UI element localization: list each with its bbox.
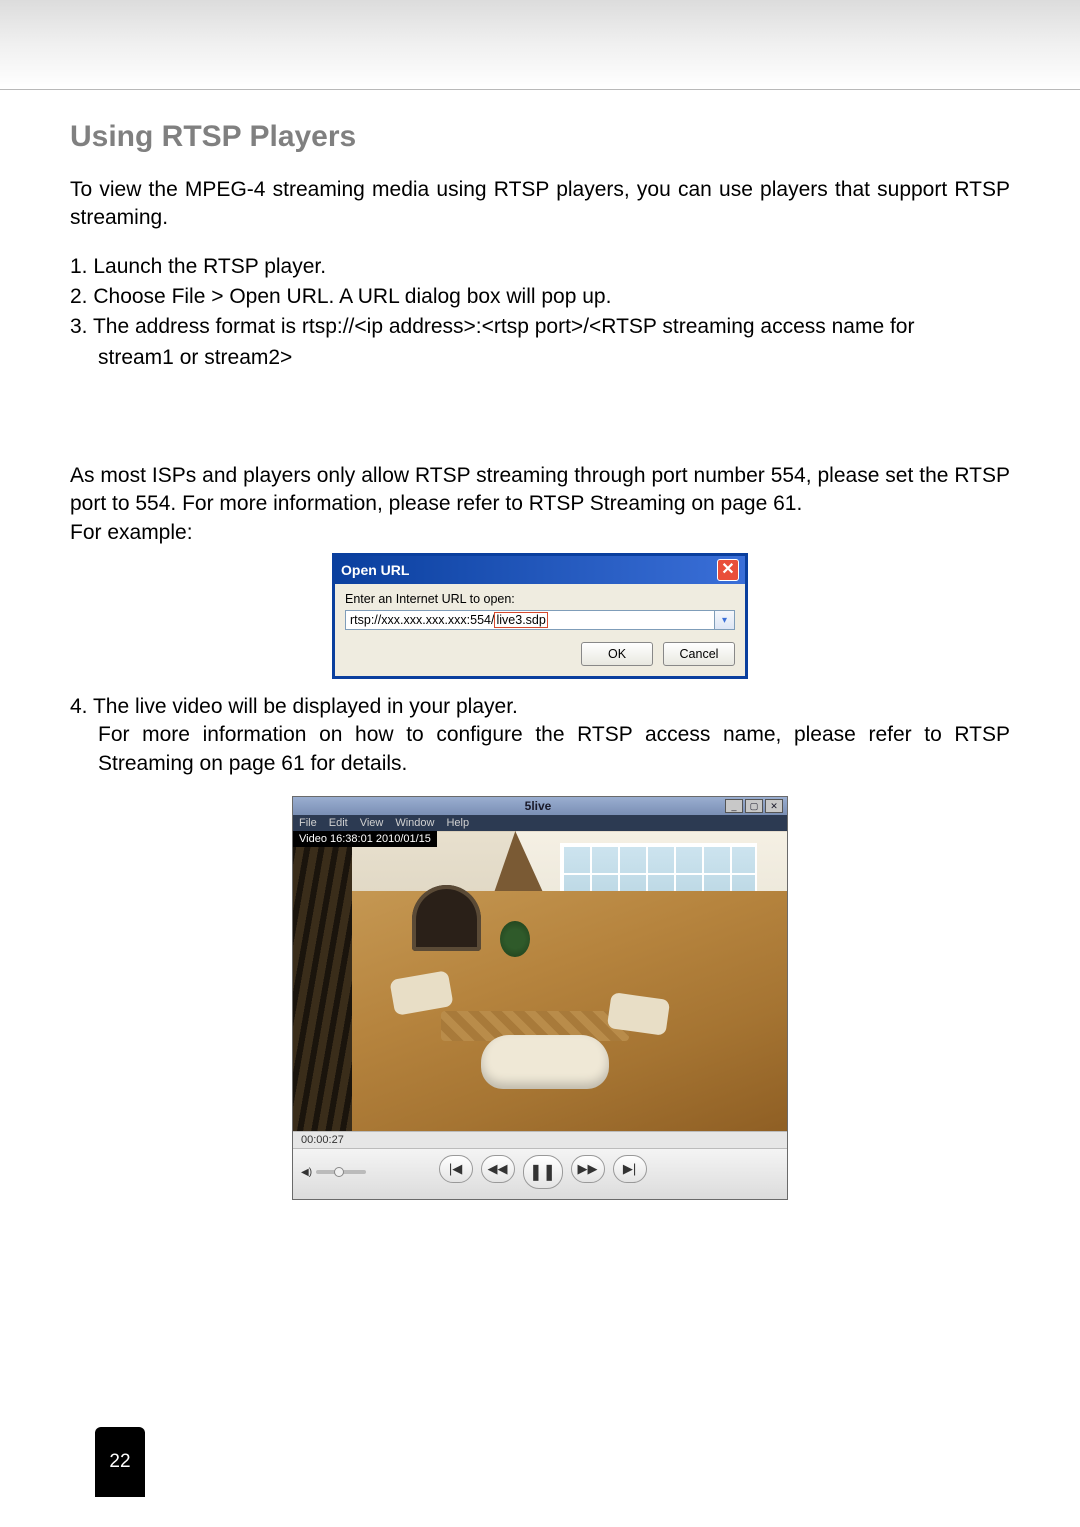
pause-button[interactable]: ❚❚ <box>523 1155 563 1189</box>
player-figure: 5live _ ▢ ✕ File Edit View Window Help <box>70 796 1010 1200</box>
playback-time: 00:00:27 <box>293 1131 787 1148</box>
menu-window[interactable]: Window <box>395 817 434 829</box>
step-3-line1: 3. The address format is rtsp://<ip addr… <box>70 313 1010 341</box>
dialog-body: Enter an Internet URL to open: rtsp://xx… <box>335 584 745 676</box>
page-number: 22 <box>95 1427 145 1497</box>
room-fireplace <box>412 885 481 951</box>
close-icon[interactable]: ✕ <box>717 559 739 581</box>
menu-view[interactable]: View <box>360 817 384 829</box>
player-menubar: File Edit View Window Help <box>293 815 787 831</box>
menu-file[interactable]: File <box>299 817 317 829</box>
chevron-down-icon[interactable]: ▾ <box>715 610 735 630</box>
for-example-label: For example: <box>70 519 1010 547</box>
step-4-line1: 4. The live video will be displayed in y… <box>70 693 1010 721</box>
close-icon[interactable]: ✕ <box>765 799 783 813</box>
step-3-line2: stream1 or stream2> <box>70 344 1010 372</box>
url-input[interactable]: rtsp://xxx.xxx.xxx.xxx:554/live3.sdp <box>345 610 715 630</box>
room-plant <box>500 921 530 957</box>
header-bar <box>0 0 1080 90</box>
menu-edit[interactable]: Edit <box>329 817 348 829</box>
forward-button[interactable]: ▶▶ <box>571 1155 605 1183</box>
prev-button[interactable]: |◀ <box>439 1155 473 1183</box>
maximize-icon[interactable]: ▢ <box>745 799 763 813</box>
menu-help[interactable]: Help <box>446 817 469 829</box>
player-controls: ◀) |◀ ◀◀ ❚❚ ▶▶ ▶| <box>293 1148 787 1199</box>
isp-note: As most ISPs and players only allow RTSP… <box>70 462 1010 519</box>
dialog-buttons: OK Cancel <box>345 642 735 666</box>
volume-control[interactable]: ◀) <box>301 1167 366 1178</box>
step-4: 4. The live video will be displayed in y… <box>70 693 1010 778</box>
rewind-button[interactable]: ◀◀ <box>481 1155 515 1183</box>
room-railing <box>293 831 352 1131</box>
open-url-dialog-figure: Open URL ✕ Enter an Internet URL to open… <box>70 553 1010 679</box>
page-content: Using RTSP Players To view the MPEG-4 st… <box>0 90 1080 1200</box>
player-titlebar: 5live _ ▢ ✕ <box>293 797 787 815</box>
open-url-dialog: Open URL ✕ Enter an Internet URL to open… <box>332 553 748 679</box>
media-player-window: 5live _ ▢ ✕ File Edit View Window Help <box>292 796 788 1200</box>
steps-list: 1. Launch the RTSP player. 2. Choose Fil… <box>70 253 1010 372</box>
step-4-line2: For more information on how to configure… <box>70 721 1010 778</box>
volume-icon: ◀) <box>301 1167 312 1178</box>
url-prefix: rtsp://xxx.xxx.xxx.xxx:554/ <box>350 613 494 627</box>
step-2: 2. Choose File > Open URL. A URL dialog … <box>70 283 1010 311</box>
url-row: rtsp://xxx.xxx.xxx.xxx:554/live3.sdp ▾ <box>345 610 735 630</box>
url-highlighted: live3.sdp <box>494 612 547 628</box>
dialog-label: Enter an Internet URL to open: <box>345 592 735 606</box>
transport-buttons: |◀ ◀◀ ❚❚ ▶▶ ▶| <box>376 1155 709 1189</box>
ok-button[interactable]: OK <box>581 642 653 666</box>
section-title: Using RTSP Players <box>70 120 1010 154</box>
volume-slider[interactable] <box>316 1170 366 1174</box>
video-timestamp-overlay: Video 16:38:01 2010/01/15 <box>293 831 437 847</box>
next-button[interactable]: ▶| <box>613 1155 647 1183</box>
window-controls: _ ▢ ✕ <box>725 799 783 813</box>
volume-thumb[interactable] <box>334 1167 344 1177</box>
dialog-titlebar: Open URL ✕ <box>335 556 745 584</box>
room-sofa <box>481 1035 609 1089</box>
cancel-button[interactable]: Cancel <box>663 642 735 666</box>
video-area: Video 16:38:01 2010/01/15 <box>293 831 787 1131</box>
minimize-icon[interactable]: _ <box>725 799 743 813</box>
intro-paragraph: To view the MPEG-4 streaming media using… <box>70 176 1010 233</box>
dialog-title-text: Open URL <box>341 562 409 578</box>
player-title: 5live <box>351 799 725 813</box>
step-1: 1. Launch the RTSP player. <box>70 253 1010 281</box>
